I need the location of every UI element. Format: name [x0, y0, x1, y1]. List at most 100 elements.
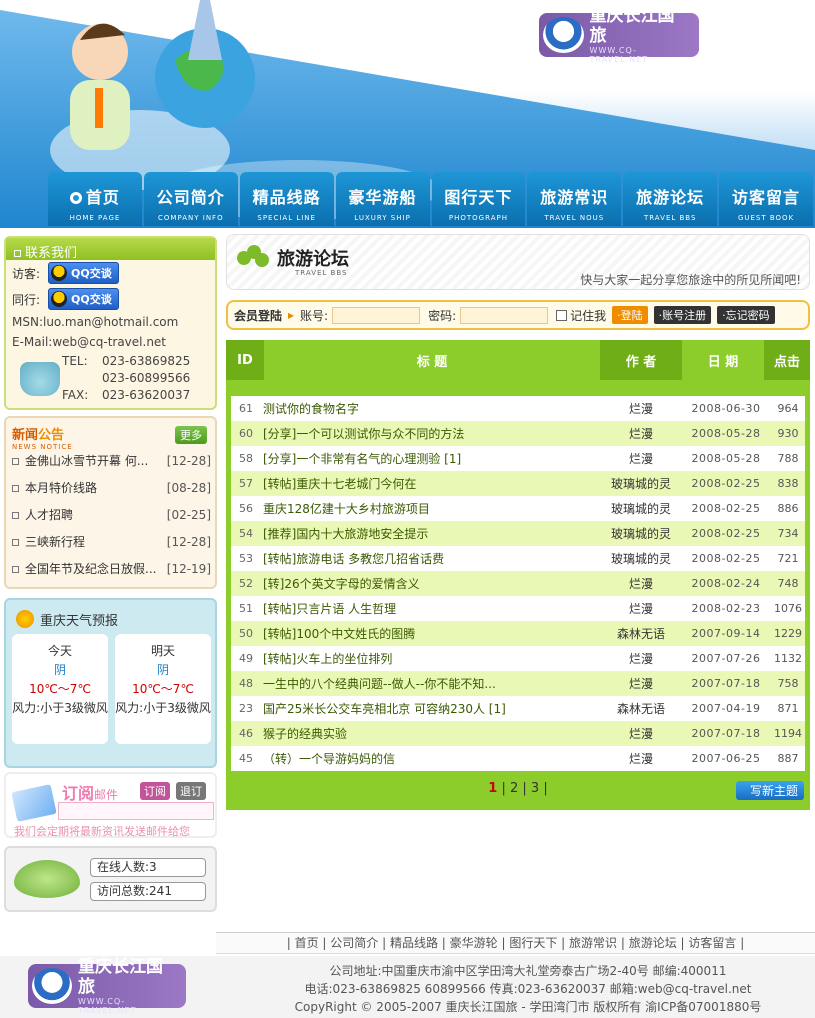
unsubscribe-button[interactable]: 退订: [176, 782, 206, 800]
row-author[interactable]: 玻璃城的灵: [601, 475, 681, 492]
remember-checkbox[interactable]: [556, 309, 568, 321]
table-row: 45 （转）一个导游妈妈的信 烂漫 2007-06-25 887: [231, 746, 805, 771]
row-clicks: 734: [777, 527, 799, 540]
notice-text: 人才招聘: [25, 508, 74, 522]
row-title-link[interactable]: [转帖]重庆十七老城门今何在: [261, 475, 601, 492]
row-title-link[interactable]: [转帖]火车上的坐位排列: [261, 650, 601, 667]
row-title-link[interactable]: [转帖]只言片语 人生哲理: [261, 600, 601, 617]
table-header: ID 标 题 作 者 日 期 点击: [226, 340, 810, 380]
footer-info: 公司地址:中国重庆市渝中区学田湾大礼堂旁泰古广场2-40号 邮编:400011 …: [248, 962, 808, 1016]
row-title-link[interactable]: 一生中的八个经典问题--做人--你不能不知...: [261, 675, 601, 692]
notice-item[interactable]: 三峡新行程 [12-28]: [6, 529, 215, 556]
footer-logo[interactable]: 重庆长江国旅 WWW.CQ-TRAVEL.NET: [28, 957, 186, 1015]
weather-condition: 阴: [53, 663, 66, 677]
row-id: 48: [239, 677, 253, 690]
visitor-qq-button[interactable]: QQ交谈: [48, 262, 119, 284]
row-title-link[interactable]: 重庆128亿建十大乡村旅游项目: [261, 500, 601, 517]
register-button[interactable]: ·账号注册: [653, 306, 712, 324]
nav-item-1[interactable]: 公司简介 COMPANY INFO: [143, 172, 238, 226]
tel1-value: 023-63869825: [102, 354, 191, 368]
row-clicks: 1194: [774, 727, 802, 740]
row-author[interactable]: 烂漫: [601, 400, 681, 417]
more-news-button[interactable]: 更多: [175, 426, 207, 444]
nav-item-6[interactable]: 旅游论坛 TRAVEL BBS: [623, 172, 718, 226]
page-1[interactable]: 1: [488, 781, 497, 796]
notice-item[interactable]: 金佛山冰雪节开幕 何... [12-28]: [6, 448, 215, 475]
brand-logo[interactable]: 重庆长江国旅 WWW.CQ-TRAVEL.NET: [539, 6, 699, 64]
arrow-right-icon: ▸: [288, 308, 295, 322]
row-author[interactable]: 森林无语: [601, 625, 681, 642]
footer-nav-link[interactable]: 旅游论坛: [629, 936, 677, 950]
footer-nav-link[interactable]: 旅游常识: [569, 936, 617, 950]
username-input[interactable]: [332, 306, 421, 324]
row-id: 61: [239, 402, 253, 415]
bullet-icon: [12, 539, 19, 546]
footer-nav-link[interactable]: 精品线路: [390, 936, 438, 950]
row-author[interactable]: 烂漫: [601, 450, 681, 467]
subscribe-email-input[interactable]: [58, 802, 214, 820]
notice-item[interactable]: 人才招聘 [02-25]: [6, 502, 215, 529]
row-author[interactable]: 玻璃城的灵: [601, 500, 681, 517]
footer-nav-link[interactable]: 豪华游轮: [450, 936, 498, 950]
row-id: 23: [239, 702, 253, 715]
notice-date: [12-28]: [166, 454, 211, 468]
row-title-link[interactable]: （转）一个导游妈妈的信: [261, 750, 601, 767]
footer-nav-link[interactable]: 访客留言: [688, 936, 736, 950]
password-input[interactable]: [460, 306, 549, 324]
row-author[interactable]: 烂漫: [601, 425, 681, 442]
footer-nav-link[interactable]: 图行天下: [509, 936, 557, 950]
row-title-link[interactable]: 测试你的食物名字: [261, 400, 601, 417]
weather-box: 重庆天气预报 今天 阴 10℃～7℃ 风力:小于3级微风 明天 阴 10℃～7℃…: [4, 598, 217, 768]
new-topic-button[interactable]: 写新主题: [735, 781, 804, 800]
row-author[interactable]: 烂漫: [601, 600, 681, 617]
notice-date: [02-25]: [166, 508, 211, 522]
notice-item[interactable]: 本月特价线路 [08-28]: [6, 475, 215, 502]
notice-item[interactable]: 全国年节及纪念日放假... [12-19]: [6, 556, 215, 583]
row-author[interactable]: 烂漫: [601, 575, 681, 592]
row-title-link[interactable]: [转帖]100个中文姓氏的图腾: [261, 625, 601, 642]
subscribe-button[interactable]: 订阅: [140, 782, 170, 800]
row-title-link[interactable]: [转帖]旅游电话 多教您几招省话费: [261, 550, 601, 567]
row-id: 58: [239, 452, 253, 465]
nav-item-3[interactable]: 豪华游船 LUXURY SHIP: [335, 172, 430, 226]
page-2[interactable]: 2: [510, 781, 518, 796]
row-title-link[interactable]: [推荐]国内十大旅游地安全提示: [261, 525, 601, 542]
row-id: 60: [239, 427, 253, 440]
row-title-link[interactable]: [转]26个英文字母的爱情含义: [261, 575, 601, 592]
footer-nav-link[interactable]: 公司简介: [330, 936, 378, 950]
notice-text: 本月特价线路: [25, 481, 98, 495]
login-button[interactable]: ·登陆: [612, 306, 648, 324]
row-clicks: 886: [777, 502, 799, 515]
nav-item-5[interactable]: 旅游常识 TRAVEL NOUS: [527, 172, 622, 226]
row-author[interactable]: 森林无语: [601, 700, 681, 717]
nav-item-7[interactable]: 访客留言 GUEST BOOK: [719, 172, 813, 226]
row-author[interactable]: 烂漫: [601, 725, 681, 742]
row-title-link[interactable]: 猴子的经典实验: [261, 725, 601, 742]
row-author[interactable]: 烂漫: [601, 675, 681, 692]
row-clicks: 838: [777, 477, 799, 490]
weather-temp: 10℃～7℃: [29, 682, 91, 696]
col-author: 作 者: [600, 340, 682, 380]
qq-penguin-icon: [51, 291, 68, 307]
peer-qq-button[interactable]: QQ交谈: [48, 288, 119, 310]
row-author[interactable]: 玻璃城的灵: [601, 550, 681, 567]
row-id: 51: [239, 602, 253, 615]
row-title-link[interactable]: [分享]一个可以测试你与众不同的方法: [261, 425, 601, 442]
row-author[interactable]: 烂漫: [601, 650, 681, 667]
nav-item-4[interactable]: 图行天下 PHOTOGRAPH: [431, 172, 526, 226]
row-title-link[interactable]: 国产25米长公交车亮相北京 可容纳230人 [1]: [261, 700, 601, 717]
row-id: 50: [239, 627, 253, 640]
forgot-password-button[interactable]: ·忘记密码: [717, 306, 775, 324]
page-3[interactable]: 3: [531, 781, 539, 796]
row-author[interactable]: 玻璃城的灵: [601, 525, 681, 542]
row-author[interactable]: 烂漫: [601, 750, 681, 767]
nav-item-2[interactable]: 精品线路 SPECIAL LINE: [239, 172, 334, 226]
footer-nav-link[interactable]: 首页: [295, 936, 319, 950]
row-title-link[interactable]: [分享]一个非常有名气的心理测验 [1]: [261, 450, 601, 467]
phone-block: TEL: 023-63869825 023-60899566 FAX: 023-63…: [6, 352, 215, 408]
nav-item-0[interactable]: 首页 HOME PAGE: [48, 172, 142, 226]
row-date: 2007-07-26: [691, 652, 761, 665]
username-label: 账号:: [300, 308, 329, 323]
notice-text: 金佛山冰雪节开幕 何...: [25, 454, 149, 468]
notice-list: 金佛山冰雪节开幕 何... [12-28] 本月特价线路 [08-28] 人才招聘 [02…: [6, 448, 215, 583]
